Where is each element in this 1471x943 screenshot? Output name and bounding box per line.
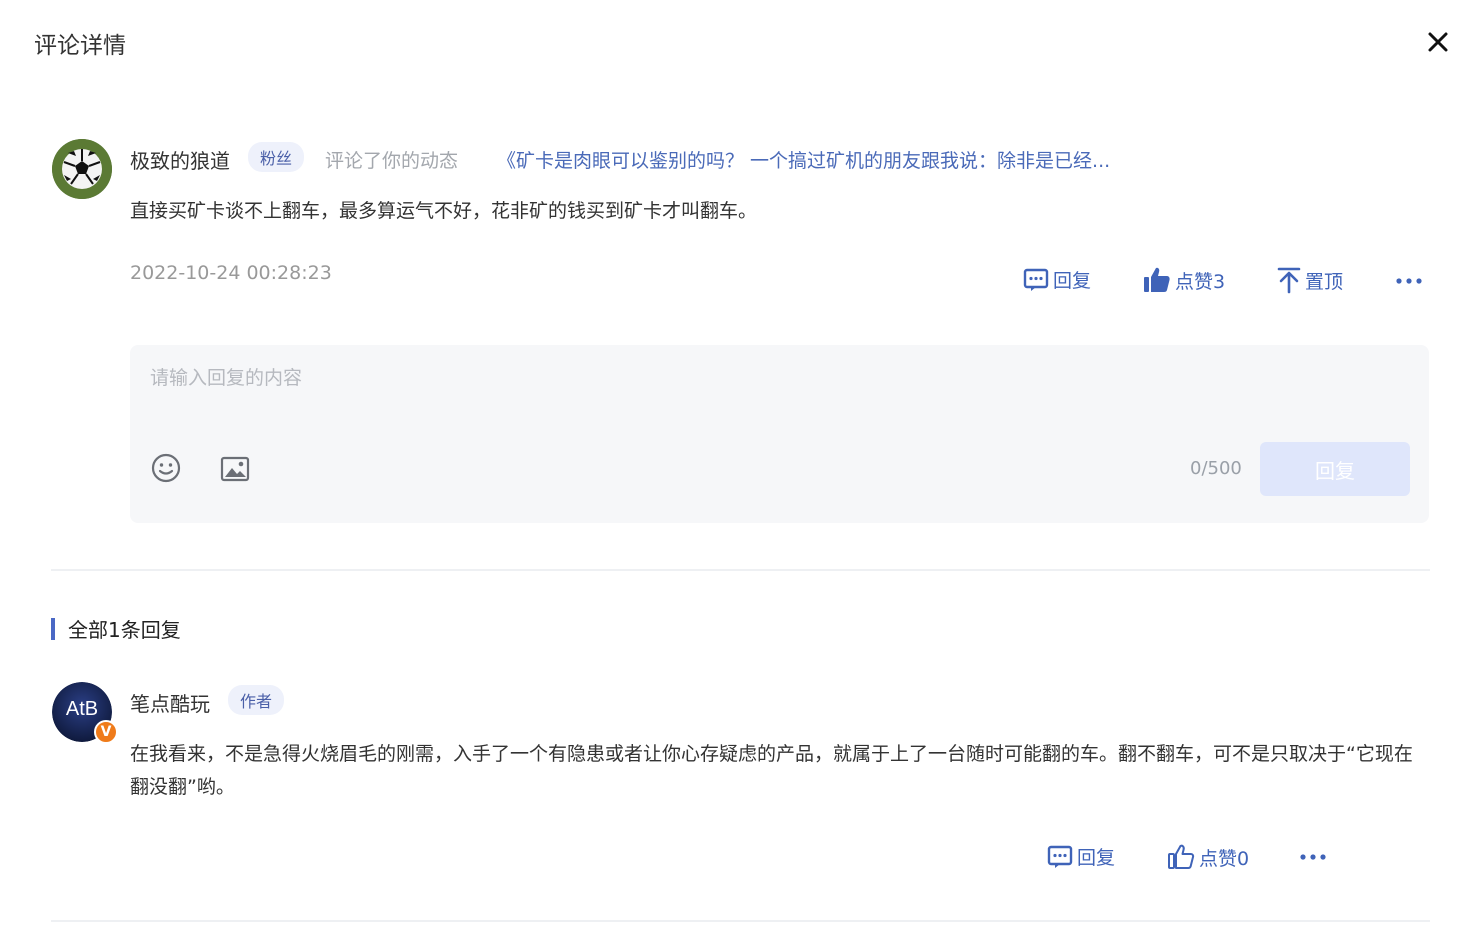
thumbs-up-filled-icon	[1144, 267, 1170, 292]
emoji-button[interactable]	[151, 453, 181, 487]
image-icon	[220, 456, 250, 482]
comment-icon	[1047, 845, 1073, 868]
reply-button[interactable]: 回复	[1023, 266, 1091, 293]
reply-button[interactable]: 回复	[1047, 843, 1115, 870]
send-reply-button[interactable]: 回复	[1260, 442, 1410, 496]
like-button[interactable]: 点赞3	[1143, 266, 1225, 294]
thumbs-up-icon	[1168, 844, 1195, 869]
post-link[interactable]: 《矿卡是肉眼可以鉴别的吗？ 一个搞过矿机的朋友跟我说：除非是已经...	[497, 146, 1110, 173]
more-icon	[1300, 854, 1326, 860]
divider	[51, 920, 1430, 922]
close-button[interactable]	[1424, 28, 1454, 58]
comment-icon	[1023, 268, 1049, 291]
author-badge: 作者	[228, 685, 285, 715]
pin-label: 置顶	[1305, 270, 1344, 293]
avatar[interactable]	[52, 139, 112, 199]
more-button[interactable]	[1396, 271, 1422, 295]
reply-author[interactable]: 笔点酷玩	[130, 688, 210, 717]
like-label: 点赞3	[1175, 270, 1226, 293]
like-button[interactable]: 点赞0	[1167, 843, 1249, 871]
replies-heading: 全部1条回复	[51, 614, 181, 643]
comment-action-text: 评论了你的动态	[325, 150, 459, 172]
reply-label: 回复	[1053, 270, 1092, 292]
more-button[interactable]	[1300, 847, 1326, 871]
comment-content: 直接买矿卡谈不上翻车，最多算运气不好，花非矿的钱买到矿卡才叫翻车。	[130, 200, 758, 222]
reply-content: 在我看来，不是急得火烧眉毛的刚需，入手了一个有隐患或者让你心存疑虑的产品，就属于…	[130, 743, 1413, 798]
pin-button[interactable]: 置顶	[1277, 266, 1343, 294]
emoji-icon	[151, 453, 181, 483]
like-label: 点赞0	[1199, 847, 1250, 870]
image-button[interactable]	[220, 455, 250, 487]
page-title: 评论详情	[34, 33, 126, 59]
replies-heading-text: 全部1条回复	[68, 618, 181, 642]
pin-to-top-icon	[1277, 267, 1301, 294]
comment-time: 2022-10-24 00:28:23	[130, 262, 332, 284]
more-icon	[1396, 278, 1422, 284]
section-accent-bar	[51, 617, 55, 640]
fan-badge: 粉丝	[248, 142, 305, 172]
reply-label: 回复	[1077, 847, 1116, 869]
reply-box: 0/500 回复	[130, 345, 1429, 523]
avatar-text: AtB	[65, 698, 99, 720]
char-counter: 0/500	[1190, 458, 1242, 479]
close-icon	[1428, 32, 1448, 52]
divider	[51, 569, 1430, 571]
comment-author[interactable]: 极致的狼道	[130, 145, 230, 174]
reply-input[interactable]	[130, 345, 1429, 425]
verified-badge-icon: V	[94, 720, 118, 744]
